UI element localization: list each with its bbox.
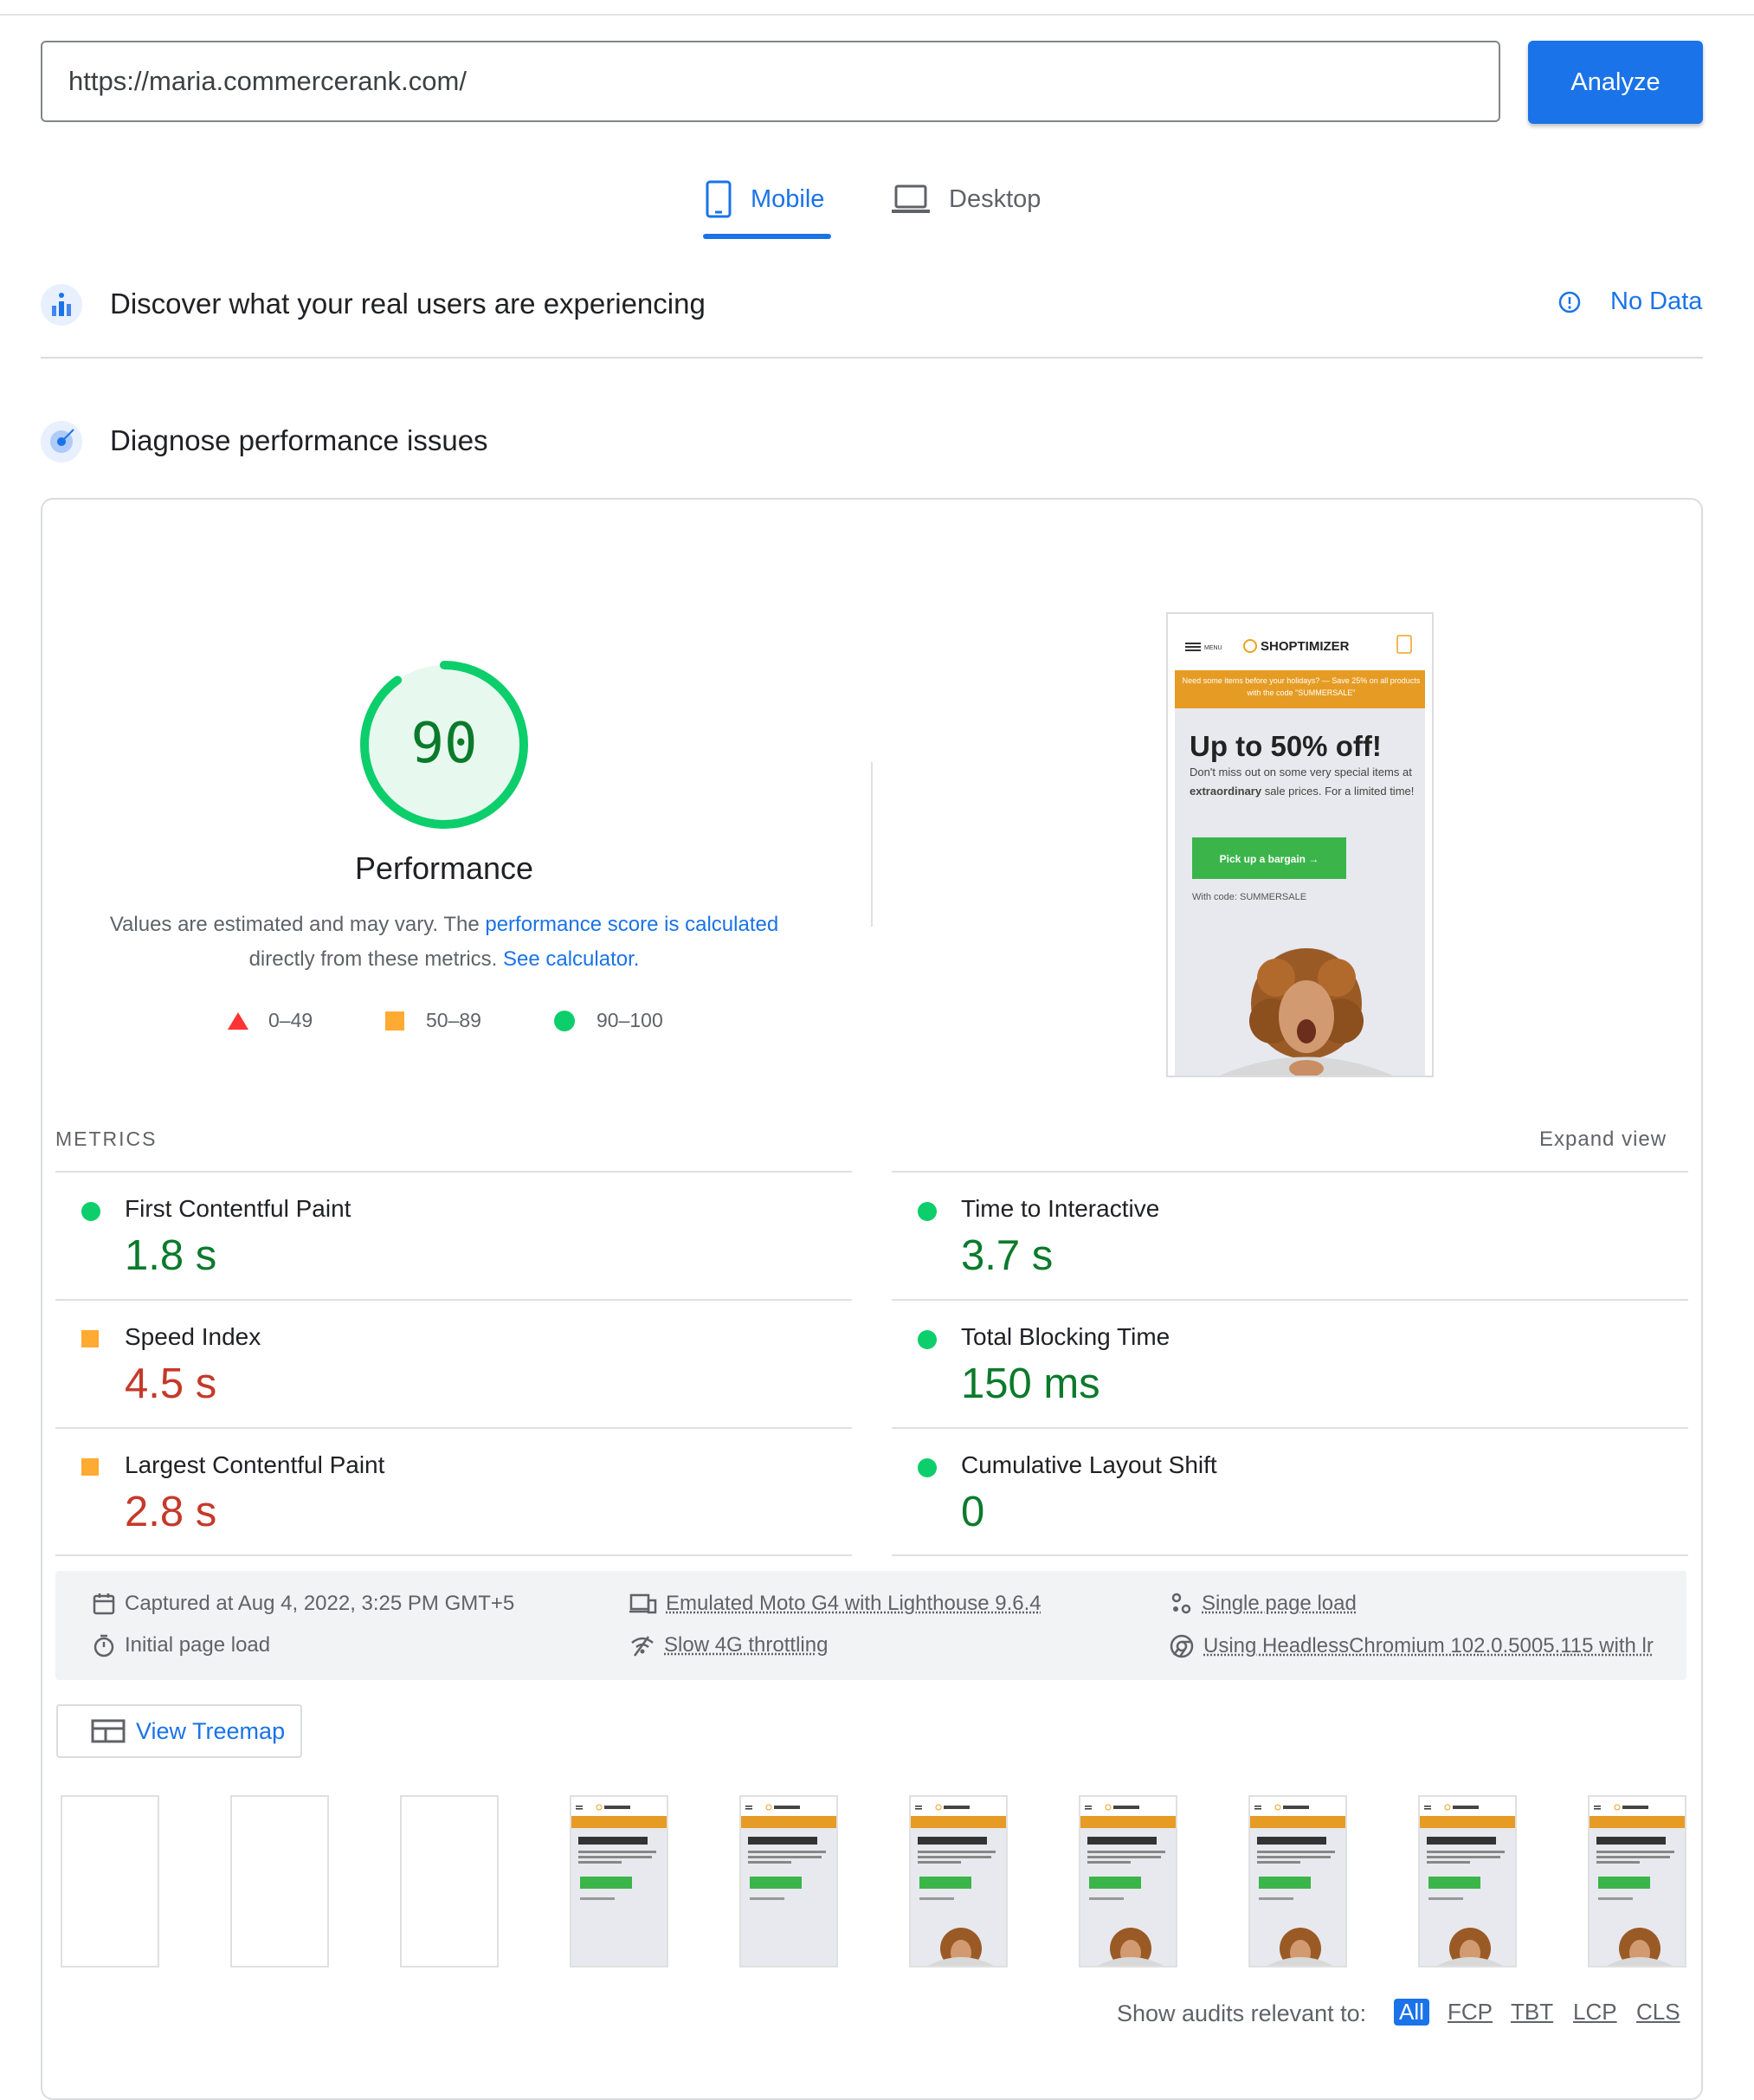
filter-all[interactable]: All (1394, 1999, 1429, 2026)
circle-icon (553, 1010, 576, 1032)
vertical-separator (871, 762, 873, 927)
treemap-icon (91, 1719, 126, 1743)
tab-mobile-label: Mobile (751, 185, 824, 214)
tab-desktop-label: Desktop (949, 185, 1041, 214)
filter-lcp[interactable]: LCP (1573, 1999, 1617, 2026)
info-icon (1558, 291, 1581, 313)
metric-fcp: First Contentful Paint 1.8 s (55, 1173, 852, 1299)
filmstrip-frame-blank (230, 1795, 329, 1968)
average-square-icon (81, 1458, 99, 1476)
metrics-heading: METRICS (55, 1128, 158, 1151)
single-page-load[interactable]: Single page load (1169, 1592, 1357, 1616)
filmstrip-frame-blank (400, 1795, 499, 1968)
screenshot-image: MENU SHOPTIMIZER Need some items before … (1168, 614, 1432, 1076)
network-throttling[interactable]: Slow 4G throttling (629, 1633, 828, 1657)
tab-desktop[interactable]: Desktop (892, 173, 1041, 225)
filmstrip-frame (739, 1795, 838, 1968)
no-data-status[interactable]: No Data (1558, 288, 1702, 316)
emulated-device[interactable]: Emulated Moto G4 with Lighthouse 9.6.4 (629, 1592, 1041, 1616)
good-circle-icon (81, 1202, 100, 1221)
triangle-icon (227, 1011, 249, 1031)
metric-tti: Time to Interactive 3.7 s (892, 1173, 1688, 1299)
url-input[interactable]: https://maria.commercerank.com/ (41, 41, 1500, 122)
filter-cls[interactable]: CLS (1636, 1999, 1680, 2026)
analyze-button[interactable]: Analyze (1528, 41, 1703, 124)
see-calculator-link[interactable]: See calculator. (503, 947, 639, 971)
hamburger-icon (1185, 643, 1201, 651)
stopwatch-icon (92, 1633, 116, 1657)
svg-text:MENU: MENU (1204, 645, 1222, 651)
square-icon (384, 1011, 405, 1031)
filmstrip-frame (1248, 1795, 1347, 1968)
good-circle-icon (918, 1458, 937, 1477)
filter-tbt[interactable]: TBT (1511, 1999, 1553, 2026)
filmstrip-frame (1418, 1795, 1517, 1968)
filmstrip-frame (570, 1795, 668, 1968)
svg-text:SHOPTIMIZER: SHOPTIMIZER (1261, 639, 1350, 654)
no-data-label: No Data (1610, 288, 1702, 316)
svg-text:Up to 50% off!: Up to 50% off! (1190, 730, 1382, 762)
metric-tbt: Total Blocking Time 150 ms (892, 1301, 1688, 1427)
field-data-icon (41, 284, 82, 326)
legend-poor: 0–49 (227, 1009, 313, 1032)
metric-cls: Cumulative Layout Shift 0 (892, 1429, 1688, 1555)
good-circle-icon (918, 1330, 937, 1349)
field-data-title: Discover what your real users are experi… (110, 288, 706, 320)
wifi-icon (629, 1633, 655, 1657)
diagnose-icon (41, 421, 82, 462)
metric-divider (892, 1554, 1688, 1556)
tab-mobile[interactable]: Mobile (706, 173, 824, 225)
session-icon (1169, 1592, 1193, 1616)
metric-speed-index: Speed Index 4.5 s (55, 1301, 852, 1427)
diagnose-title: Diagnose performance issues (110, 424, 488, 457)
browser-version[interactable]: Using HeadlessChromium 102.0.5005.115 wi… (1169, 1633, 1654, 1659)
performance-score: 90 (358, 712, 531, 776)
metric-lcp: Largest Contentful Paint 2.8 s (55, 1429, 852, 1555)
legend-good: 90–100 (553, 1009, 663, 1032)
filter-fcp[interactable]: FCP (1448, 1999, 1493, 2026)
expand-view-toggle[interactable]: Expand view (1539, 1128, 1667, 1152)
metric-divider (55, 1554, 852, 1556)
average-square-icon (81, 1330, 99, 1347)
final-screenshot: MENU SHOPTIMIZER Need some items before … (1166, 612, 1434, 1077)
view-treemap-button[interactable]: View Treemap (56, 1704, 302, 1758)
laptop-icon (892, 184, 930, 214)
captured-time: Captured at Aug 4, 2022, 3:25 PM GMT+5 (92, 1592, 514, 1616)
filmstrip-frame (1079, 1795, 1177, 1968)
section-divider (41, 357, 1703, 359)
chrome-icon (1169, 1633, 1195, 1659)
active-tab-indicator (703, 234, 831, 239)
filmstrip-frame (1588, 1795, 1686, 1968)
calendar-icon (92, 1592, 116, 1616)
top-divider (0, 14, 1754, 16)
devices-icon (629, 1592, 657, 1616)
initial-page-load: Initial page load (92, 1633, 270, 1657)
runtime-settings (55, 1571, 1686, 1680)
svg-text:Pick up a bargain →: Pick up a bargain → (1220, 853, 1319, 865)
legend-average: 50–89 (384, 1009, 481, 1032)
good-circle-icon (918, 1202, 937, 1221)
phone-icon (706, 180, 732, 218)
svg-text:With code: SUMMERSALE: With code: SUMMERSALE (1192, 892, 1306, 902)
filmstrip-frame-blank (61, 1795, 159, 1968)
score-calculated-link[interactable]: performance score is calculated (485, 913, 778, 936)
performance-description: Values are estimated and may vary. The p… (98, 908, 790, 977)
show-audits-label: Show audits relevant to: (1117, 2000, 1366, 2027)
performance-title: Performance (271, 850, 617, 887)
filmstrip-frame (909, 1795, 1008, 1968)
